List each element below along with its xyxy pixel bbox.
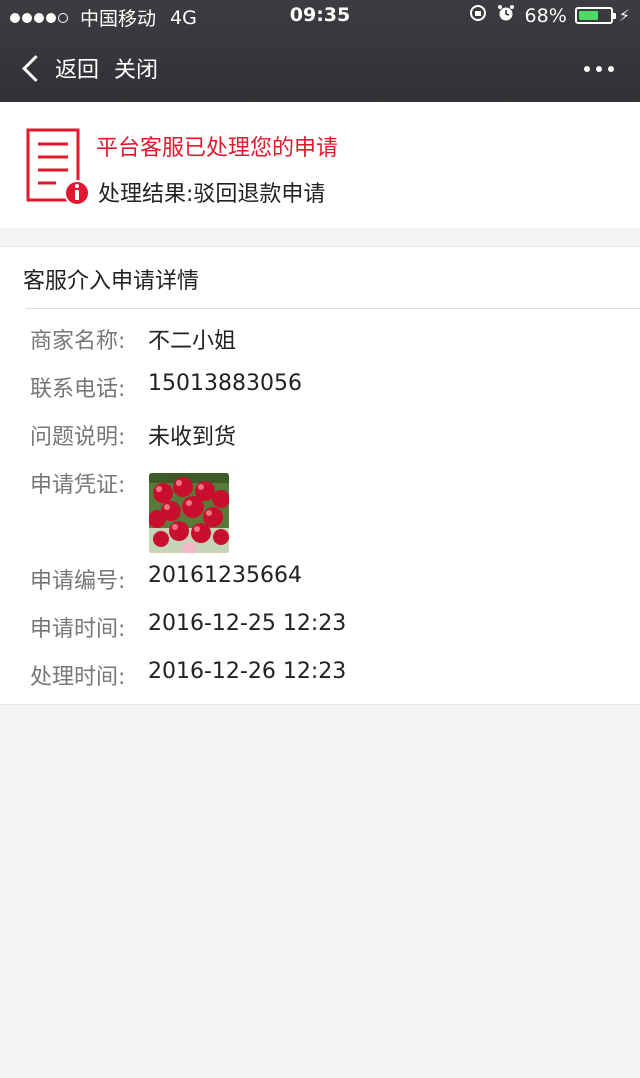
divider xyxy=(26,308,640,309)
row-value: 20161235664 xyxy=(148,563,302,588)
battery-percent: 68% xyxy=(524,4,567,27)
result-subtitle: 处理结果:驳回退款申请 xyxy=(98,182,326,207)
detail-section: 客服介入申请详情 商家名称: 不二小姐 联系电话: 15013883056 问题… xyxy=(0,246,640,705)
result-title: 平台客服已处理您的申请 xyxy=(96,136,339,161)
charging-icon: ⚡ xyxy=(618,6,630,25)
back-button[interactable]: 返回 xyxy=(20,52,99,84)
alarm-icon xyxy=(497,4,515,27)
battery-icon xyxy=(574,7,616,24)
row-value: 未收到货 xyxy=(148,425,237,450)
document-alert-icon xyxy=(26,128,90,206)
row-label: 联系电话: xyxy=(30,377,126,402)
detail-row-issue: 问题说明: 未收到货 xyxy=(30,419,236,451)
detail-row-evidence: 申请凭证: xyxy=(30,467,148,499)
detail-row-application-number: 申请编号: 20161235664 xyxy=(30,563,302,595)
row-value: 15013883056 xyxy=(148,371,302,396)
row-label: 申请凭证: xyxy=(30,473,126,498)
close-button[interactable]: 关闭 xyxy=(114,52,158,84)
back-label: 返回 xyxy=(55,58,100,83)
result-card: 平台客服已处理您的申请 处理结果:驳回退款申请 xyxy=(0,102,640,228)
row-label: 商家名称: xyxy=(30,329,126,354)
row-value: 不二小姐 xyxy=(148,329,237,354)
rotation-lock-icon xyxy=(469,4,487,27)
row-value: 2016-12-25 12:23 xyxy=(148,611,347,636)
row-label: 处理时间: xyxy=(30,665,126,690)
status-bar: 中国移动 4G 09:35 68% ⚡ xyxy=(0,0,640,32)
detail-row-merchant: 商家名称: 不二小姐 xyxy=(30,323,236,355)
top-bar: 中国移动 4G 09:35 68% ⚡ 返回 关闭 xyxy=(0,0,640,102)
nav-bar: 返回 关闭 xyxy=(0,40,640,102)
more-options-button[interactable] xyxy=(578,66,614,72)
evidence-image[interactable] xyxy=(149,473,229,553)
row-label: 问题说明: xyxy=(30,425,126,450)
detail-row-phone: 联系电话: 15013883056 xyxy=(30,371,302,403)
row-label: 申请时间: xyxy=(30,617,126,642)
row-value: 2016-12-26 12:23 xyxy=(148,659,347,684)
row-label: 申请编号: xyxy=(30,569,126,594)
chevron-left-icon xyxy=(22,54,49,82)
section-title: 客服介入申请详情 xyxy=(23,269,200,294)
detail-row-processed-time: 处理时间: 2016-12-26 12:23 xyxy=(30,659,346,691)
detail-row-application-time: 申请时间: 2016-12-25 12:23 xyxy=(30,611,346,643)
